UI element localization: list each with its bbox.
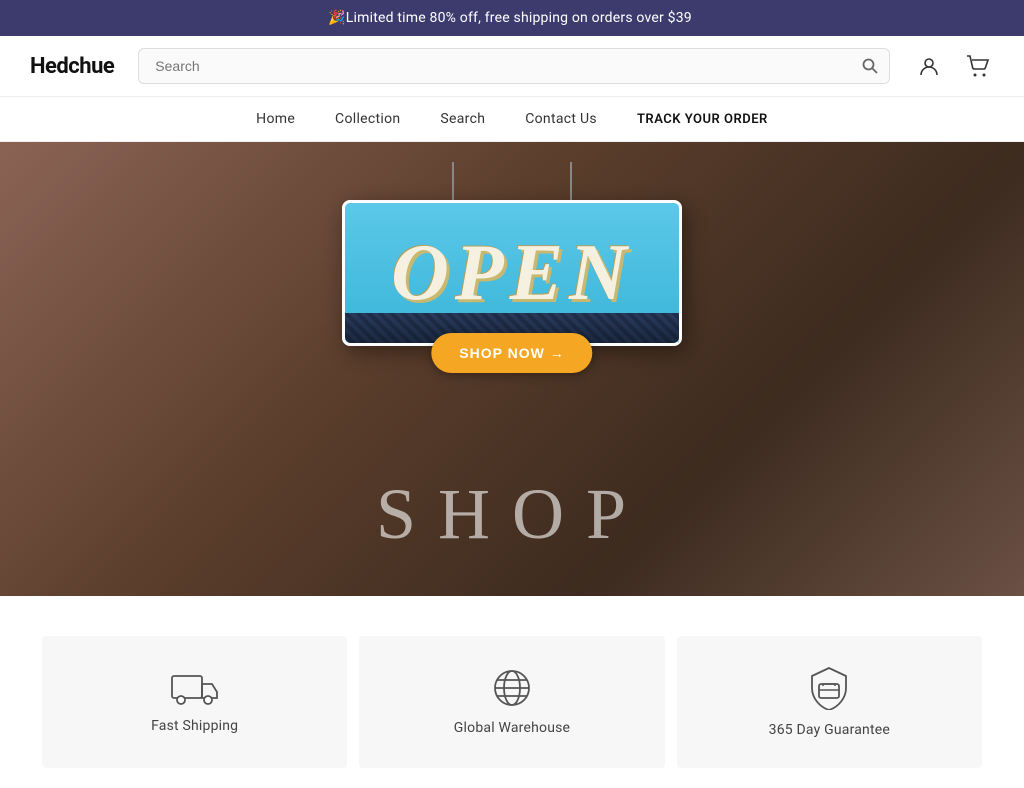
shield-check-icon bbox=[809, 666, 849, 710]
header: Hedchue bbox=[0, 36, 1024, 97]
banner-text: 🎉Limited time 80% off, free shipping on … bbox=[328, 10, 692, 26]
nav-item-contact[interactable]: Contact Us bbox=[525, 111, 597, 127]
search-icon bbox=[862, 58, 878, 74]
feature-card-shipping: Fast Shipping bbox=[42, 636, 347, 768]
search-icon-button[interactable] bbox=[862, 58, 878, 74]
nav-item-collection[interactable]: Collection bbox=[335, 111, 400, 127]
features-section: Fast Shipping Global Warehouse 365 Day G… bbox=[0, 616, 1024, 788]
account-button[interactable] bbox=[914, 51, 944, 81]
nav-item-home[interactable]: Home bbox=[256, 111, 295, 127]
nav-item-search[interactable]: Search bbox=[440, 111, 485, 127]
hero-shop-text: SHOP bbox=[376, 473, 648, 556]
feature-card-guarantee: 365 Day Guarantee bbox=[677, 636, 982, 768]
nav: Home Collection Search Contact Us TRACK … bbox=[0, 97, 1024, 142]
logo[interactable]: Hedchue bbox=[30, 54, 114, 79]
cart-icon bbox=[966, 55, 990, 77]
globe-icon bbox=[492, 668, 532, 708]
top-banner: 🎉Limited time 80% off, free shipping on … bbox=[0, 0, 1024, 36]
open-text: OPEN bbox=[385, 233, 639, 313]
shop-now-button[interactable]: SHOP NOW → bbox=[431, 333, 592, 373]
open-sign-container: OPEN SHOP NOW → bbox=[322, 162, 702, 346]
nav-item-track[interactable]: TRACK YOUR ORDER bbox=[637, 112, 768, 127]
open-sign: OPEN SHOP NOW → bbox=[342, 200, 682, 346]
fast-shipping-label: Fast Shipping bbox=[151, 718, 238, 734]
hanger-left bbox=[452, 162, 454, 202]
cart-button[interactable] bbox=[962, 51, 994, 81]
hero-section: OPEN SHOP NOW → SHOP bbox=[0, 142, 1024, 596]
header-icons bbox=[914, 51, 994, 81]
search-input[interactable] bbox=[138, 48, 890, 84]
search-wrapper bbox=[138, 48, 890, 84]
feature-card-warehouse: Global Warehouse bbox=[359, 636, 664, 768]
global-warehouse-label: Global Warehouse bbox=[454, 720, 570, 736]
hanger-right bbox=[570, 162, 572, 202]
account-icon bbox=[918, 55, 940, 77]
truck-icon bbox=[171, 670, 219, 706]
guarantee-label: 365 Day Guarantee bbox=[769, 722, 890, 738]
